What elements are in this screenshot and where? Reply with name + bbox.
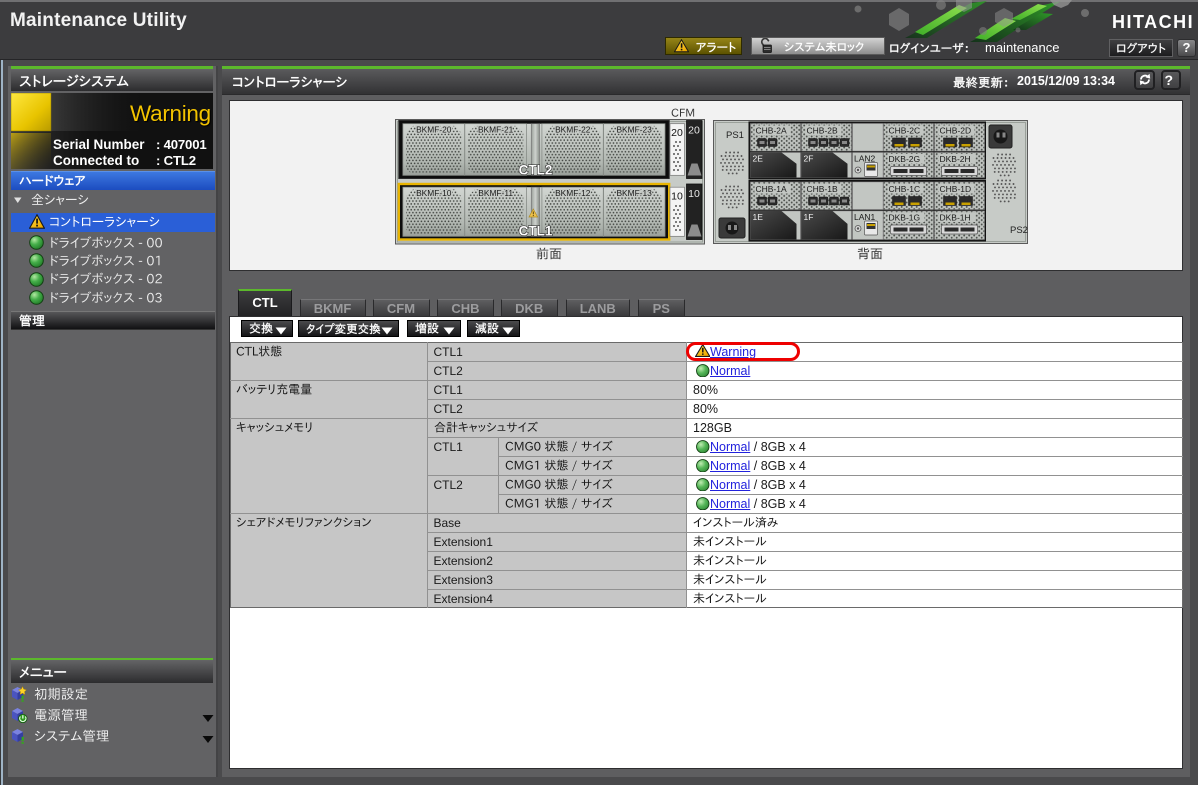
svg-text:BKMF-23: BKMF-23 [616,125,652,135]
svg-text:CTL1: CTL1 [518,224,552,239]
svg-text:2E: 2E [752,154,763,164]
svg-text:CHB-1B: CHB-1B [806,184,838,194]
svg-text:CHB-1A: CHB-1A [755,184,787,194]
svg-text:DKB-2H: DKB-2H [939,154,970,164]
svg-text:LAN1: LAN1 [854,212,876,222]
svg-text:DKB-2G: DKB-2G [888,154,920,164]
svg-text:BKMF-12: BKMF-12 [555,188,591,198]
svg-text:CHB-2B: CHB-2B [806,126,838,136]
svg-text:DKB-1H: DKB-1H [939,213,970,223]
svg-text:BKMF-13: BKMF-13 [616,188,652,198]
svg-text:CTL2: CTL2 [518,163,552,178]
svg-text:CHB-1D: CHB-1D [939,184,971,194]
svg-text:PS2: PS2 [1010,225,1028,236]
svg-text:BKMF-21: BKMF-21 [477,125,513,135]
svg-text:BKMF-11: BKMF-11 [478,188,513,198]
svg-text:CHB-2C: CHB-2C [888,126,920,136]
svg-text:CHB-2A: CHB-2A [755,126,787,136]
svg-text:BKMF-20: BKMF-20 [416,125,452,135]
svg-text:10: 10 [671,191,683,203]
svg-text:LAN2: LAN2 [854,154,876,164]
svg-text:PS1: PS1 [726,130,744,141]
svg-text:2F: 2F [803,154,813,164]
svg-text:BKMF-10: BKMF-10 [416,188,452,198]
svg-text:DKB-1G: DKB-1G [888,213,920,223]
svg-text:CHB-2D: CHB-2D [939,126,971,136]
svg-text:20: 20 [688,125,700,137]
svg-text:CHB-1C: CHB-1C [888,184,920,194]
svg-text:1E: 1E [752,212,763,222]
svg-text:10: 10 [688,188,700,200]
svg-text:20: 20 [671,127,683,139]
svg-text:BKMF-22: BKMF-22 [555,125,591,135]
svg-text:1F: 1F [803,212,813,222]
